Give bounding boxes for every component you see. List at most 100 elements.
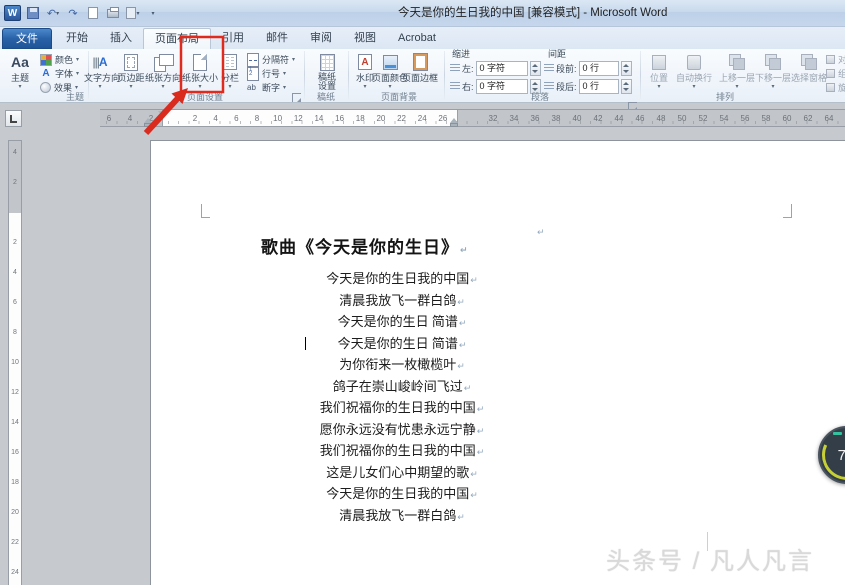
paragraph-mark: ↵ [470,275,478,285]
themes-button[interactable]: Aa 主题 ▾ [4,51,36,91]
spacing-before-input[interactable]: 0 行 [579,61,619,76]
doc-line[interactable]: 这是儿女们心中期望的歌↵ [202,462,602,484]
ruler-number: 56 [738,114,752,123]
doc-line[interactable]: 今天是你的生日 简谱↵ [202,333,602,355]
ruler-number: 46 [633,114,647,123]
ruler-number: 22 [395,114,409,123]
align-button[interactable]: 对齐 [826,53,845,66]
page-borders-icon [400,51,440,73]
ruler-number: 6 [102,114,116,123]
group-separator [348,51,349,99]
addin-dropdown-icon[interactable]: ▾ [136,10,139,17]
tab-acrobat[interactable]: Acrobat [387,28,447,49]
text-direction-button[interactable]: |||A 文字方向 ▾ [84,51,116,91]
qat-overflow-icon: ▾ [151,10,154,17]
page-borders-button[interactable]: 页面边框 [400,51,440,91]
tab-insert[interactable]: 插入 [99,28,143,49]
doc-line[interactable]: 清晨我放飞一群白鸽↵ [202,290,602,312]
customize-qat-button[interactable]: ▾ [145,6,161,21]
ruler-number: 38 [549,114,563,123]
tab-file[interactable]: 文件 [2,28,52,49]
ruler-right-margin-numbers: 3234363840424446485052545658606264 [486,114,836,123]
redo-button[interactable]: ↷ [65,6,81,21]
doc-line[interactable]: 我们祝福你的生日我的中国↵ [202,397,602,419]
paragraph-mark: ↵ [464,383,472,393]
group-label-themes: 主题 [30,91,120,103]
ruler-number: 14 [9,417,21,429]
doc-line[interactable]: 清晨我放飞一群白鸽↵ [202,505,602,527]
spacing-before-field: 段前: 0 行 [544,61,632,76]
quick-print-button[interactable] [105,6,121,21]
doc-line[interactable]: 愿你永远没有忧患永远宁静↵ [202,419,602,441]
orientation-button[interactable]: 纸张方向 ▾ [145,51,181,91]
doc-line[interactable]: 今天是你的生日我的中国↵ [202,268,602,290]
tab-page-layout[interactable]: 页面布局 [143,28,211,49]
window-title: 今天是你的生日我的中国 [兼容模式] - Microsoft Word [398,0,667,27]
ruler-number: 4 [123,114,137,123]
indent-left-spinner[interactable] [530,61,541,76]
indent-header: 缩进 [452,49,470,59]
paragraph-mark: ↵ [470,490,478,500]
ruler-number: 36 [528,114,542,123]
ruler-number: 44 [612,114,626,123]
columns-button[interactable]: 分栏 ▾ [218,51,242,91]
tab-home[interactable]: 开始 [55,28,99,49]
theme-fonts-button[interactable]: A 字体 ▾ [40,67,79,80]
undo-dropdown-icon[interactable]: ▾ [56,10,59,17]
ruler-number: 4 [9,147,21,159]
first-line-indent-marker[interactable] [158,111,166,116]
spacing-after-spinner[interactable] [621,79,632,94]
margins-button[interactable]: 页边距 ▾ [117,51,145,91]
save-button[interactable] [25,6,41,21]
paper-size-button[interactable]: 纸张大小 ▾ [182,51,218,91]
breaks-button[interactable]: 分隔符 ▾ [247,53,295,66]
hanging-indent-marker[interactable] [144,118,153,127]
text-boundary-mark-top-left [201,204,210,218]
doc-line[interactable]: 今天是你的生日我的中国↵ [202,483,602,505]
doc-line[interactable]: 为你衔来一枚橄榄叶↵ [202,354,602,376]
undo-button[interactable]: ↶▾ [45,6,61,21]
tab-mailings[interactable]: 邮件 [255,28,299,49]
printer-icon [107,9,119,18]
indent-left-input[interactable]: 0 字符 [476,61,528,76]
breaks-icon [247,53,259,67]
rotate-button[interactable]: 旋转 [826,81,845,94]
manuscript-setup-icon [310,51,344,73]
save-icon [27,7,39,19]
position-button[interactable]: 位置 ▾ [646,51,672,91]
manuscript-setup-button[interactable]: 稿纸 设置 [310,51,344,91]
document-heading[interactable]: 歌曲《今天是你的生日》↵ [261,233,469,258]
ribbon: Aa 主题 ▾ 颜色 ▾ A 字体 ▾ 效果 ▾ 主题 |||A 文字方向 ▾ [0,49,845,103]
paragraph-mark: ↵ [470,469,478,479]
word-logo-icon[interactable]: W [4,5,21,21]
tab-view[interactable]: 视图 [343,28,387,49]
ruler-number: 24 [9,567,21,579]
wrap-text-button[interactable]: 自动换行 ▾ [672,51,716,91]
doc-line[interactable]: 我们祝福你的生日我的中国↵ [202,440,602,462]
addin-button[interactable]: ▾ [125,6,141,21]
undo-icon: ↶ [47,7,56,20]
selection-pane-button[interactable]: 选择窗格 [788,51,830,91]
tab-stop-selector[interactable] [5,110,22,127]
group-button[interactable]: 组合 [826,67,845,80]
ruler-number: 16 [9,447,21,459]
document-body: 今天是你的生日我的中国↵清晨我放飞一群白鸽↵今天是你的生日 简谱↵今天是你的生日… [202,268,602,526]
paragraph-mark: ↵ [460,245,469,255]
page-setup-dialog-launcher[interactable] [292,93,301,102]
horizontal-ruler[interactable]: 642 2468101214161820222426 3234363840424… [100,109,845,127]
columns-icon [218,51,242,73]
vertical-ruler[interactable]: 42 24681012141618202224 [8,140,22,585]
ruler-number: 8 [9,327,21,339]
align-icon [826,55,835,64]
ruler-number: 14 [312,114,326,123]
right-indent-marker[interactable] [450,118,459,127]
doc-line[interactable]: 今天是你的生日 简谱↵ [202,311,602,333]
theme-colors-icon [40,54,52,66]
doc-line[interactable]: 鸽子在崇山峻岭间飞过↵ [202,376,602,398]
tab-review[interactable]: 审阅 [299,28,343,49]
line-numbers-button[interactable]: 12 行号 ▾ [247,67,286,80]
print-preview-button[interactable] [85,6,101,21]
tab-references[interactable]: 引用 [211,28,255,49]
theme-colors-button[interactable]: 颜色 ▾ [40,53,79,66]
spacing-before-spinner[interactable] [621,61,632,76]
